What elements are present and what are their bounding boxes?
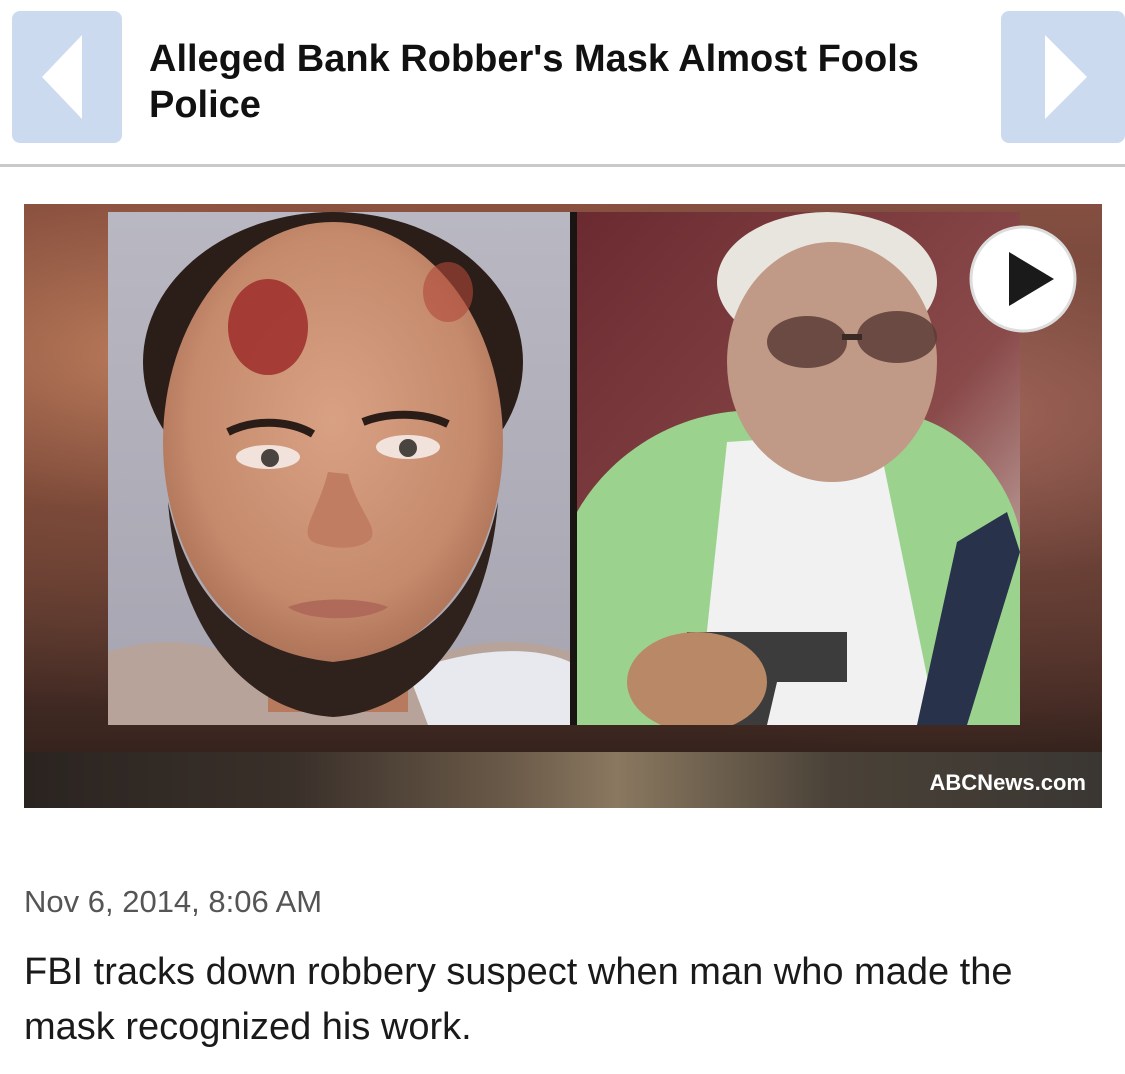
next-article-button[interactable]: [1001, 11, 1125, 143]
masked-robber-photo: [577, 212, 1020, 725]
header-divider: [0, 164, 1125, 167]
article-header: Alleged Bank Robber's Mask Almost Fools …: [0, 0, 1125, 167]
suspect-mugshot-photo: [108, 212, 570, 725]
previous-article-button[interactable]: [12, 11, 122, 143]
play-video-button[interactable]: [966, 222, 1080, 336]
article-headline: Alleged Bank Robber's Mask Almost Fools …: [149, 38, 919, 126]
article-dateline: Nov 6, 2014, 8:06 AM: [24, 884, 323, 919]
video-thumbnail[interactable]: ABCNews.com: [24, 204, 1102, 808]
play-icon: [969, 225, 1077, 333]
article-summary: FBI tracks down robbery suspect when man…: [24, 951, 1013, 1048]
chevron-right-icon: [1045, 35, 1087, 119]
photo-divider: [570, 212, 577, 725]
image-source-credit: ABCNews.com: [929, 770, 1086, 795]
chevron-left-icon: [42, 35, 82, 119]
